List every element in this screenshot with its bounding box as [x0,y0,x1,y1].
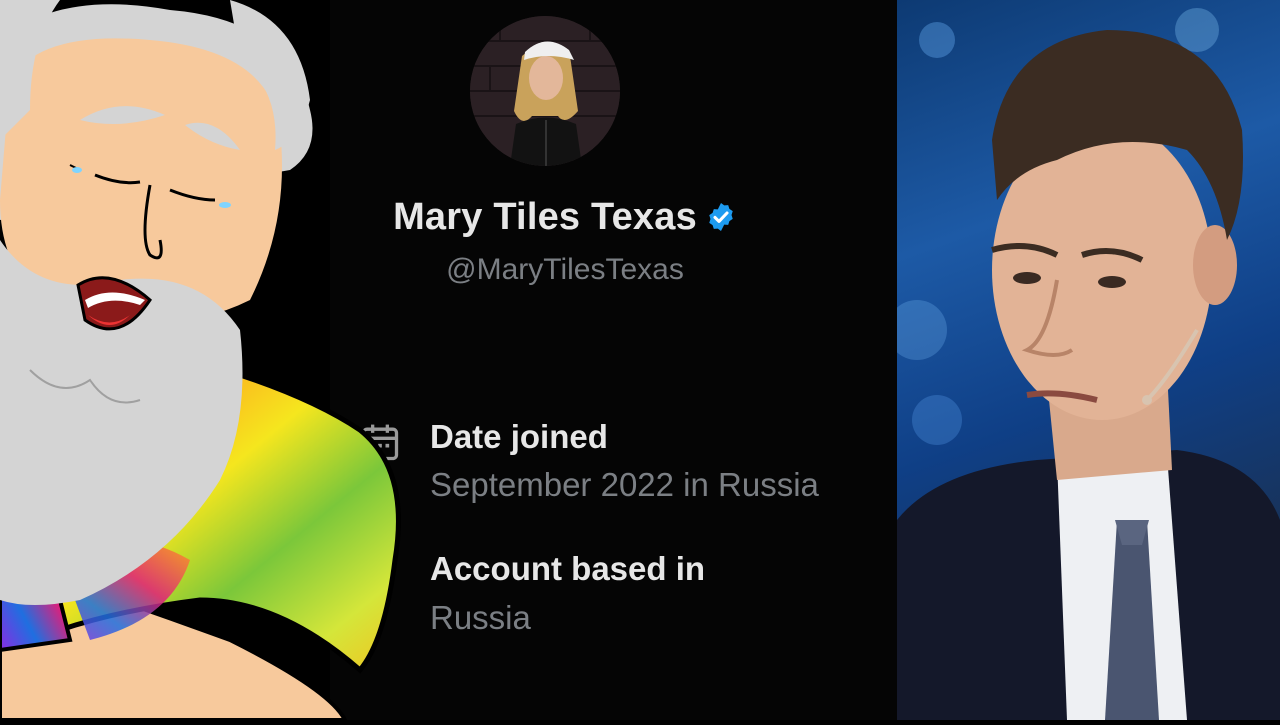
display-name: Mary Tiles Texas [393,196,697,238]
account-based-value: Russia [430,599,531,636]
verified-badge-icon [705,200,737,243]
profile-avatar[interactable] [470,16,620,166]
account-based-label: Account based in [430,550,706,587]
date-joined-label: Date joined [430,418,608,455]
news-photo [897,0,1280,720]
date-joined-value: September 2022 in Russia [430,466,819,503]
cartoon-character-illustration [0,0,420,722]
